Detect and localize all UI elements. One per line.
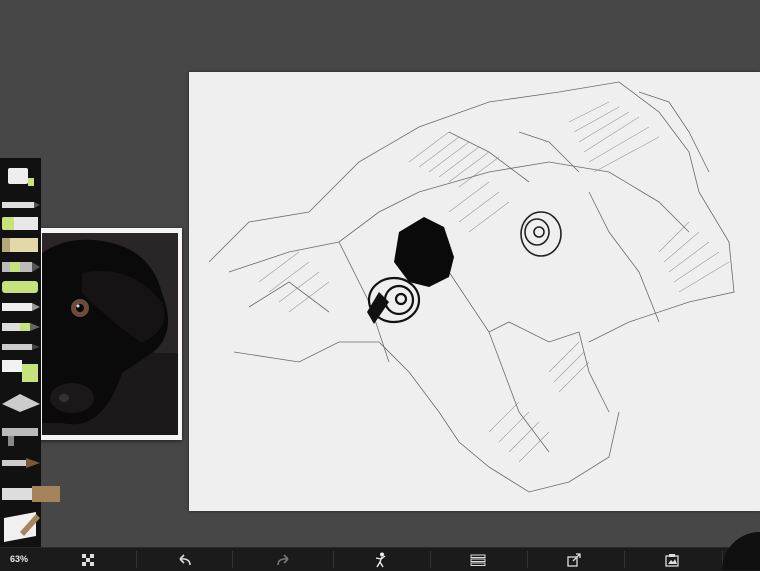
chalk-tool[interactable] <box>0 316 41 338</box>
fine-brush-tool[interactable] <box>0 450 41 476</box>
paint-roller-icon <box>2 360 38 382</box>
color-swatch-corner[interactable] <box>722 532 760 570</box>
gallery-icon <box>665 553 679 567</box>
eraser-icon <box>4 512 40 542</box>
ink-pen-tool[interactable] <box>0 296 41 318</box>
chalk-icon <box>2 323 40 331</box>
thin-pencil-icon <box>2 344 40 350</box>
marker-icon <box>2 238 38 252</box>
paint-tube-tool[interactable] <box>0 162 41 192</box>
airbrush-tool[interactable] <box>0 420 41 448</box>
undo-arrow-icon <box>179 553 191 565</box>
paint-roller-tool[interactable] <box>0 356 41 384</box>
sketch-artwork <box>208 81 735 493</box>
reference-photo[interactable] <box>38 228 182 440</box>
redo-arrow-icon <box>277 553 289 565</box>
redo-button[interactable] <box>263 548 303 571</box>
marker-tool[interactable] <box>0 234 41 256</box>
zoom-level[interactable]: 63% <box>0 548 38 571</box>
palette-knife-icon <box>2 394 40 412</box>
wide-brush-icon <box>2 486 60 502</box>
black-fill <box>394 217 454 287</box>
tool-tray <box>0 158 60 547</box>
bottom-toolbar: 63% <box>0 547 760 571</box>
undo-button[interactable] <box>165 548 205 571</box>
eraser-tool[interactable] <box>0 508 41 546</box>
crayon-tool[interactable] <box>0 212 41 234</box>
paint-tube-icon <box>8 168 34 186</box>
oil-pastel-icon <box>2 281 38 293</box>
painter-figure-icon <box>375 552 386 567</box>
color-picker-button[interactable] <box>360 548 400 571</box>
oil-pastel-tool[interactable] <box>0 276 41 298</box>
felt-pen-tool[interactable] <box>0 256 41 278</box>
crayon-icon <box>2 217 38 230</box>
wide-brush-tool[interactable] <box>0 482 62 506</box>
felt-pen-icon <box>2 262 40 272</box>
palette-knife-tool[interactable] <box>0 390 41 416</box>
fine-brush-icon <box>2 458 40 468</box>
transform-button[interactable] <box>68 548 108 571</box>
layers-button[interactable] <box>458 548 498 571</box>
drawing-canvas[interactable] <box>189 72 760 511</box>
layers-icon <box>470 554 486 566</box>
export-icon <box>567 552 581 567</box>
share-button[interactable] <box>554 548 594 571</box>
gallery-button[interactable] <box>652 548 692 571</box>
ink-pen-icon <box>2 303 40 311</box>
dog-photo-image <box>42 233 178 435</box>
pencil-thin-tool[interactable] <box>0 336 41 358</box>
airbrush-icon <box>2 428 38 446</box>
transform-icon <box>82 553 94 566</box>
